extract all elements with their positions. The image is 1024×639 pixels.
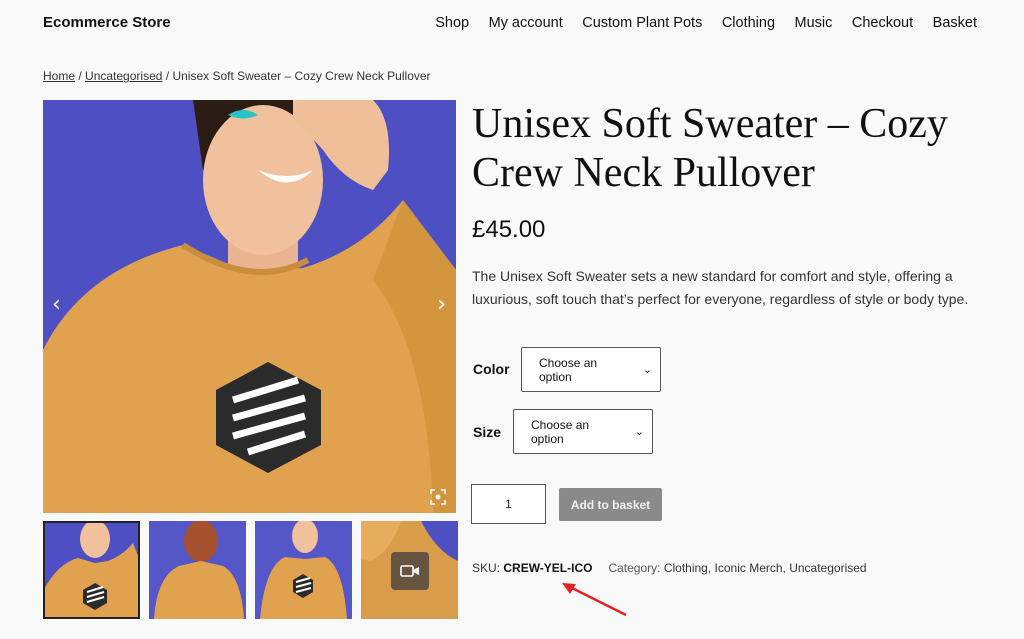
chevron-down-icon: ⌄ [634,426,644,438]
color-label: Color [473,361,510,377]
video-camera-icon[interactable] [391,552,429,590]
chevron-down-icon: ⌄ [642,364,652,376]
nav-basket[interactable]: Basket [933,15,977,31]
size-select[interactable]: Choose an option ⌄ [513,409,653,454]
thumbnail-video[interactable] [361,521,458,619]
sku-value: CREW-YEL-ICO [503,561,593,575]
gallery-next-icon[interactable]: › [437,292,446,317]
size-label: Size [473,424,502,440]
nav-custom-plant-pots[interactable]: Custom Plant Pots [582,15,702,31]
product-main-image[interactable]: ‹ › [43,100,456,513]
nav-checkout[interactable]: Checkout [852,15,913,31]
breadcrumb: Home / Uncategorised / Unisex Soft Sweat… [43,69,431,83]
annotation-arrow-icon [562,583,627,617]
gallery-thumbnails [43,521,458,619]
sku-label: SKU: [472,561,501,575]
product-price: £45.00 [472,216,546,243]
product-meta: SKU: CREW-YEL-ICO Category: Clothing, Ic… [472,561,867,575]
fullscreen-icon[interactable] [430,489,446,505]
add-to-basket-button[interactable]: Add to basket [559,488,662,521]
nav-clothing[interactable]: Clothing [722,15,775,31]
breadcrumb-home[interactable]: Home [43,69,75,83]
color-select[interactable]: Choose an option ⌄ [521,347,661,392]
quantity-input[interactable]: 1 [471,484,546,524]
thumbnail-back[interactable] [149,521,246,619]
size-select-value: Choose an option [531,417,590,446]
gallery-prev-icon[interactable]: ‹ [52,292,61,317]
thumbnail-front[interactable] [43,521,140,619]
breadcrumb-category[interactable]: Uncategorised [85,69,162,83]
nav-my-account[interactable]: My account [489,15,563,31]
category-label: Category: [608,561,661,575]
thumbnail-side[interactable] [255,521,352,619]
category-links[interactable]: Clothing, Iconic Merch, Uncategorised [664,561,867,575]
product-photo [43,100,456,513]
breadcrumb-separator: / [75,69,86,83]
product-title: Unisex Soft Sweater – Cozy Crew Neck Pul… [472,101,948,196]
color-select-value: Choose an option [539,355,598,384]
product-description: The Unisex Soft Sweater sets a new stand… [472,268,969,307]
breadcrumb-current: Unisex Soft Sweater – Cozy Crew Neck Pul… [172,69,431,83]
categories: Category: Clothing, Iconic Merch, Uncate… [608,561,866,575]
nav-music[interactable]: Music [795,15,833,31]
main-nav: Shop My account Custom Plant Pots Clothi… [435,15,977,31]
site-title[interactable]: Ecommerce Store [43,14,171,31]
nav-shop[interactable]: Shop [435,15,469,31]
sku: SKU: CREW-YEL-ICO [472,561,592,575]
breadcrumb-separator: / [162,69,173,83]
